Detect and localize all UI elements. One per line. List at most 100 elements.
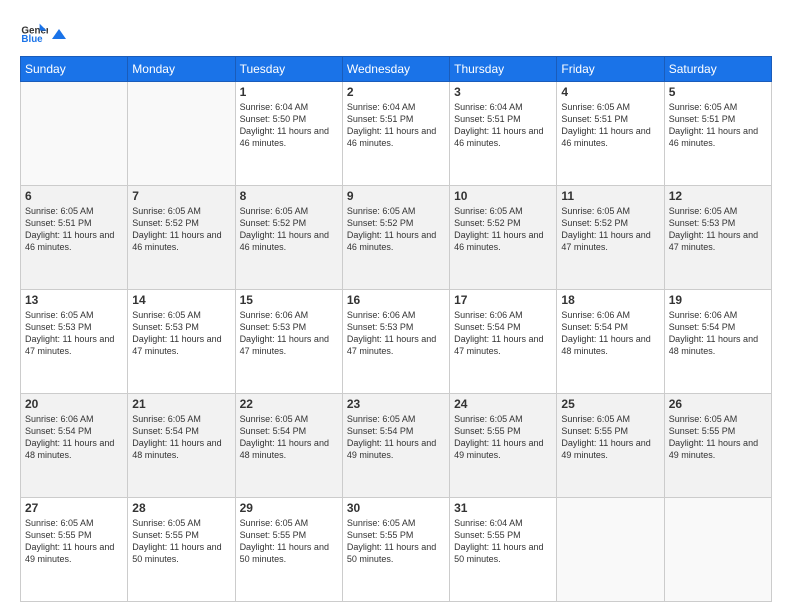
calendar-cell: 23 Sunrise: 6:05 AM Sunset: 5:54 PM Dayli… xyxy=(342,394,449,498)
cell-info: Sunrise: 6:05 AM Sunset: 5:51 PM Dayligh… xyxy=(669,101,767,150)
day-number: 30 xyxy=(347,501,445,515)
svg-text:Blue: Blue xyxy=(21,34,43,45)
weekday-header-saturday: Saturday xyxy=(664,57,771,82)
day-number: 17 xyxy=(454,293,552,307)
day-number: 25 xyxy=(561,397,659,411)
calendar-cell: 30 Sunrise: 6:05 AM Sunset: 5:55 PM Dayli… xyxy=(342,498,449,602)
calendar-cell: 29 Sunrise: 6:05 AM Sunset: 5:55 PM Dayli… xyxy=(235,498,342,602)
day-number: 1 xyxy=(240,85,338,99)
weekday-header-thursday: Thursday xyxy=(450,57,557,82)
day-number: 16 xyxy=(347,293,445,307)
cell-info: Sunrise: 6:05 AM Sunset: 5:55 PM Dayligh… xyxy=(132,517,230,566)
cell-info: Sunrise: 6:06 AM Sunset: 5:53 PM Dayligh… xyxy=(347,309,445,358)
day-number: 7 xyxy=(132,189,230,203)
calendar-week-row: 27 Sunrise: 6:05 AM Sunset: 5:55 PM Dayli… xyxy=(21,498,772,602)
weekday-header-friday: Friday xyxy=(557,57,664,82)
cell-info: Sunrise: 6:05 AM Sunset: 5:51 PM Dayligh… xyxy=(561,101,659,150)
calendar-cell: 4 Sunrise: 6:05 AM Sunset: 5:51 PM Daylig… xyxy=(557,82,664,186)
calendar-cell: 10 Sunrise: 6:05 AM Sunset: 5:52 PM Dayli… xyxy=(450,186,557,290)
cell-info: Sunrise: 6:04 AM Sunset: 5:51 PM Dayligh… xyxy=(454,101,552,150)
day-number: 6 xyxy=(25,189,123,203)
calendar-cell: 28 Sunrise: 6:05 AM Sunset: 5:55 PM Dayli… xyxy=(128,498,235,602)
calendar-cell: 25 Sunrise: 6:05 AM Sunset: 5:55 PM Dayli… xyxy=(557,394,664,498)
page: General Blue SundayMondayTuesdayWednesda… xyxy=(0,0,792,612)
calendar-cell: 5Sunrise: 6:05 AM Sunset: 5:51 PM Daylig… xyxy=(664,82,771,186)
day-number: 13 xyxy=(25,293,123,307)
day-number: 18 xyxy=(561,293,659,307)
day-number: 27 xyxy=(25,501,123,515)
calendar-cell: 26 Sunrise: 6:05 AM Sunset: 5:55 PM Dayli… xyxy=(664,394,771,498)
weekday-header-row: SundayMondayTuesdayWednesdayThursdayFrid… xyxy=(21,57,772,82)
weekday-header-sunday: Sunday xyxy=(21,57,128,82)
cell-info: Sunrise: 6:05 AM Sunset: 5:55 PM Dayligh… xyxy=(454,413,552,462)
day-number: 12 xyxy=(669,189,767,203)
cell-info: Sunrise: 6:05 AM Sunset: 5:52 PM Dayligh… xyxy=(347,205,445,254)
calendar-cell xyxy=(21,82,128,186)
cell-info: Sunrise: 6:05 AM Sunset: 5:53 PM Dayligh… xyxy=(25,309,123,358)
calendar-cell: 12 Sunrise: 6:05 AM Sunset: 5:53 PM Dayli… xyxy=(664,186,771,290)
day-number: 19 xyxy=(669,293,767,307)
cell-info: Sunrise: 6:05 AM Sunset: 5:52 PM Dayligh… xyxy=(132,205,230,254)
day-number: 8 xyxy=(240,189,338,203)
logo: General Blue xyxy=(20,18,68,46)
day-number: 24 xyxy=(454,397,552,411)
weekday-header-wednesday: Wednesday xyxy=(342,57,449,82)
calendar-cell: 3 Sunrise: 6:04 AM Sunset: 5:51 PM Daylig… xyxy=(450,82,557,186)
calendar-cell: 9 Sunrise: 6:05 AM Sunset: 5:52 PM Daylig… xyxy=(342,186,449,290)
cell-info: Sunrise: 6:06 AM Sunset: 5:54 PM Dayligh… xyxy=(454,309,552,358)
day-number: 20 xyxy=(25,397,123,411)
day-number: 29 xyxy=(240,501,338,515)
day-number: 22 xyxy=(240,397,338,411)
cell-info: Sunrise: 6:05 AM Sunset: 5:52 PM Dayligh… xyxy=(561,205,659,254)
calendar-cell: 7 Sunrise: 6:05 AM Sunset: 5:52 PM Daylig… xyxy=(128,186,235,290)
cell-info: Sunrise: 6:04 AM Sunset: 5:50 PM Dayligh… xyxy=(240,101,338,150)
calendar-cell: 16 Sunrise: 6:06 AM Sunset: 5:53 PM Dayli… xyxy=(342,290,449,394)
day-number: 28 xyxy=(132,501,230,515)
day-number: 3 xyxy=(454,85,552,99)
calendar-cell: 6Sunrise: 6:05 AM Sunset: 5:51 PM Daylig… xyxy=(21,186,128,290)
day-number: 26 xyxy=(669,397,767,411)
day-number: 9 xyxy=(347,189,445,203)
cell-info: Sunrise: 6:06 AM Sunset: 5:54 PM Dayligh… xyxy=(25,413,123,462)
cell-info: Sunrise: 6:06 AM Sunset: 5:53 PM Dayligh… xyxy=(240,309,338,358)
calendar-cell: 19 Sunrise: 6:06 AM Sunset: 5:54 PM Dayli… xyxy=(664,290,771,394)
cell-info: Sunrise: 6:05 AM Sunset: 5:52 PM Dayligh… xyxy=(240,205,338,254)
cell-info: Sunrise: 6:05 AM Sunset: 5:53 PM Dayligh… xyxy=(132,309,230,358)
calendar-cell: 22Sunrise: 6:05 AM Sunset: 5:54 PM Dayli… xyxy=(235,394,342,498)
calendar-cell: 1 Sunrise: 6:04 AM Sunset: 5:50 PM Daylig… xyxy=(235,82,342,186)
cell-info: Sunrise: 6:06 AM Sunset: 5:54 PM Dayligh… xyxy=(669,309,767,358)
day-number: 2 xyxy=(347,85,445,99)
cell-info: Sunrise: 6:05 AM Sunset: 5:55 PM Dayligh… xyxy=(25,517,123,566)
day-number: 4 xyxy=(561,85,659,99)
cell-info: Sunrise: 6:05 AM Sunset: 5:55 PM Dayligh… xyxy=(240,517,338,566)
calendar-cell: 14Sunrise: 6:05 AM Sunset: 5:53 PM Dayli… xyxy=(128,290,235,394)
weekday-header-tuesday: Tuesday xyxy=(235,57,342,82)
cell-info: Sunrise: 6:05 AM Sunset: 5:54 PM Dayligh… xyxy=(132,413,230,462)
day-number: 21 xyxy=(132,397,230,411)
calendar-week-row: 1 Sunrise: 6:04 AM Sunset: 5:50 PM Daylig… xyxy=(21,82,772,186)
cell-info: Sunrise: 6:05 AM Sunset: 5:55 PM Dayligh… xyxy=(669,413,767,462)
weekday-header-monday: Monday xyxy=(128,57,235,82)
cell-info: Sunrise: 6:05 AM Sunset: 5:52 PM Dayligh… xyxy=(454,205,552,254)
day-number: 15 xyxy=(240,293,338,307)
cell-info: Sunrise: 6:05 AM Sunset: 5:55 PM Dayligh… xyxy=(561,413,659,462)
header: General Blue xyxy=(20,18,772,46)
calendar-cell: 15 Sunrise: 6:06 AM Sunset: 5:53 PM Dayli… xyxy=(235,290,342,394)
cell-info: Sunrise: 6:05 AM Sunset: 5:54 PM Dayligh… xyxy=(347,413,445,462)
calendar-cell: 27 Sunrise: 6:05 AM Sunset: 5:55 PM Dayli… xyxy=(21,498,128,602)
day-number: 11 xyxy=(561,189,659,203)
calendar-cell: 18Sunrise: 6:06 AM Sunset: 5:54 PM Dayli… xyxy=(557,290,664,394)
cell-info: Sunrise: 6:05 AM Sunset: 5:55 PM Dayligh… xyxy=(347,517,445,566)
calendar-cell: 21 Sunrise: 6:05 AM Sunset: 5:54 PM Dayli… xyxy=(128,394,235,498)
cell-info: Sunrise: 6:05 AM Sunset: 5:53 PM Dayligh… xyxy=(669,205,767,254)
calendar-cell: 20 Sunrise: 6:06 AM Sunset: 5:54 PM Dayli… xyxy=(21,394,128,498)
calendar-cell xyxy=(128,82,235,186)
calendar-cell xyxy=(664,498,771,602)
day-number: 23 xyxy=(347,397,445,411)
day-number: 10 xyxy=(454,189,552,203)
calendar-cell: 31Sunrise: 6:04 AM Sunset: 5:55 PM Dayli… xyxy=(450,498,557,602)
calendar-week-row: 6Sunrise: 6:05 AM Sunset: 5:51 PM Daylig… xyxy=(21,186,772,290)
cell-info: Sunrise: 6:04 AM Sunset: 5:51 PM Dayligh… xyxy=(347,101,445,150)
calendar-table: SundayMondayTuesdayWednesdayThursdayFrid… xyxy=(20,56,772,602)
calendar-week-row: 20 Sunrise: 6:06 AM Sunset: 5:54 PM Dayli… xyxy=(21,394,772,498)
